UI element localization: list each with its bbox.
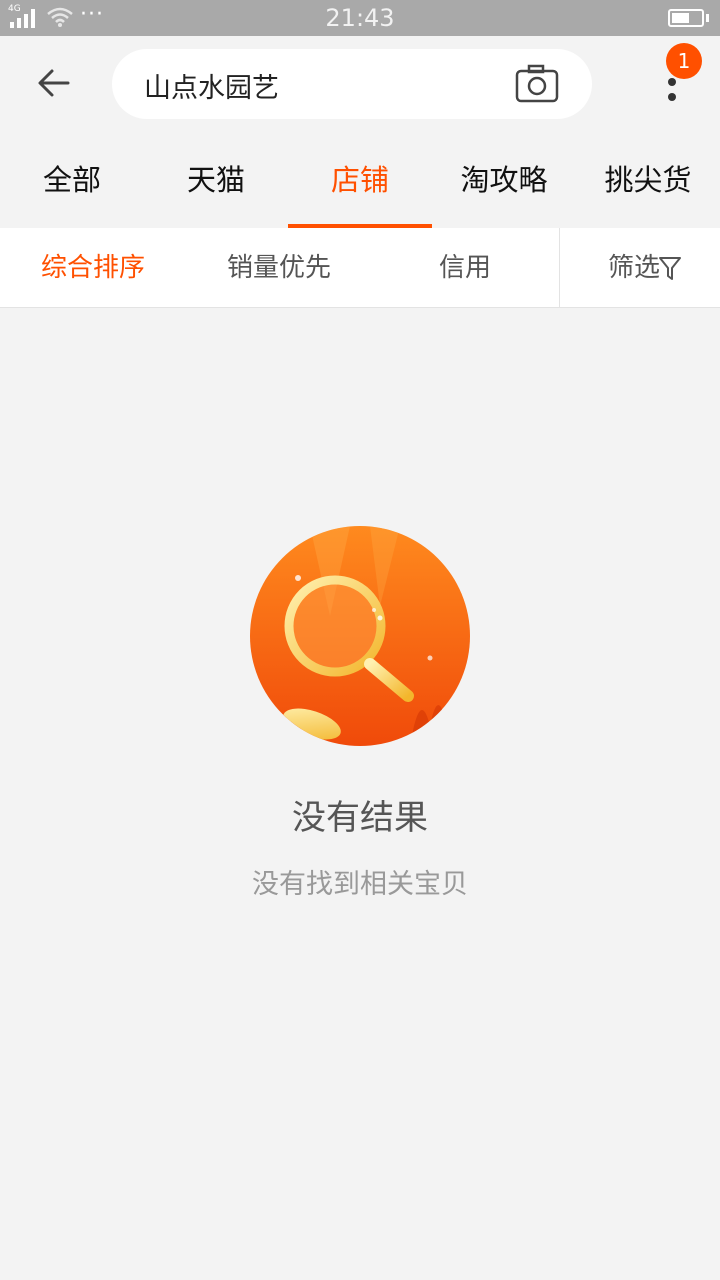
empty-title: 没有结果 <box>292 798 428 838</box>
empty-subtitle: 没有找到相关宝贝 <box>252 869 468 900</box>
sort-sales[interactable]: 销量优先 <box>186 228 372 308</box>
magnifier-illustration <box>250 526 470 746</box>
search-input[interactable]: 山点水园艺 <box>112 49 592 119</box>
more-vertical-icon[interactable] <box>668 78 676 86</box>
tab-all[interactable]: 全部 <box>0 132 144 228</box>
status-time: 21:43 <box>325 4 395 32</box>
back-arrow-icon[interactable] <box>30 58 80 108</box>
more-vertical-icon-dot[interactable] <box>668 93 676 101</box>
search-query: 山点水园艺 <box>144 73 279 104</box>
tab-shops[interactable]: 店铺 <box>288 132 432 228</box>
filter-button[interactable]: 筛选 <box>580 228 660 308</box>
battery-icon <box>668 9 704 27</box>
tab-guides[interactable]: 淘攻略 <box>432 132 576 228</box>
battery-tip <box>706 14 709 22</box>
camera-icon[interactable] <box>515 63 559 105</box>
category-tabs: 全部 天猫 店铺 淘攻略 挑尖货 <box>0 132 720 228</box>
sort-bar: 综合排序 销量优先 信用 筛选 <box>0 228 720 308</box>
sort-divider <box>559 228 560 308</box>
search-header: 山点水园艺 <box>0 36 720 132</box>
tab-premium[interactable]: 挑尖货 <box>576 132 720 228</box>
sort-overall[interactable]: 综合排序 <box>0 228 186 308</box>
notification-badge: 1 <box>666 43 702 79</box>
status-bar: 4G ··· 21:43 <box>0 0 720 36</box>
filter-icon[interactable] <box>658 256 682 282</box>
sort-credit[interactable]: 信用 <box>372 228 558 308</box>
battery-level <box>672 13 689 23</box>
tab-tmall[interactable]: 天猫 <box>144 132 288 228</box>
